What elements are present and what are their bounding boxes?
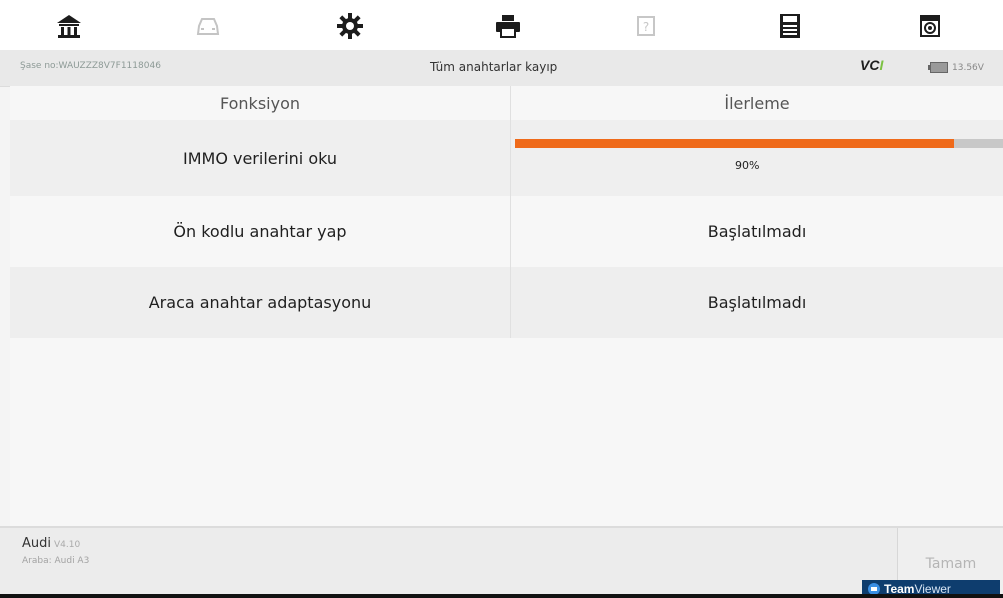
progress-fill (515, 139, 955, 148)
top-toolbar: ? (0, 0, 1003, 50)
table-row[interactable]: IMMO verilerini oku (10, 120, 1003, 196)
battery-status: 13.56V (928, 62, 984, 73)
vehicle-make: Audi (22, 536, 51, 551)
vehicle-model: Araba: Audi A3 (22, 556, 90, 566)
screenshot-button[interactable] (910, 6, 950, 46)
status-label: Başlatılmadı (707, 293, 807, 312)
settings-icon (337, 13, 363, 39)
screen-edge (0, 594, 1003, 598)
header-function: Fonksiyon (10, 86, 510, 120)
diagnostic-screen: ? Şase no:WAUZZZ8V7F1118046 Tüm anahtarl… (0, 0, 1003, 598)
status-label: Başlatılmadı (707, 222, 807, 241)
table-row[interactable]: Araca anahtar adaptasyonu Başlatılmadı (10, 267, 1003, 338)
bottom-bar: Audi V4.10 Araba: Audi A3 Tamam (0, 526, 1003, 598)
progress-percent: 90% (735, 159, 760, 172)
home-button[interactable] (49, 6, 89, 46)
battery-icon (928, 62, 948, 73)
vci-label: VC (860, 57, 880, 73)
progress-bar (515, 139, 1003, 148)
home-icon (57, 15, 81, 38)
battery-voltage: 13.56V (952, 62, 984, 73)
vehicle-icon (196, 18, 220, 35)
print-button[interactable] (488, 6, 528, 46)
status-bar: Şase no:WAUZZZ8V7F1118046 Tüm anahtarlar… (0, 50, 1003, 87)
function-table: Fonksiyon İlerleme IMMO verilerini oku 9… (10, 86, 1003, 526)
save-button[interactable] (770, 6, 810, 46)
vci-accent-label: I (879, 57, 884, 73)
svg-text:?: ? (643, 20, 649, 34)
header-progress: İlerleme (511, 86, 1003, 120)
table-row[interactable]: Ön kodlu anahtar yap Başlatılmadı (10, 196, 1003, 267)
column-divider (510, 86, 511, 338)
vin-label: Şase no:WAUZZZ8V7F1118046 (20, 61, 161, 71)
software-version: V4.10 (54, 540, 81, 550)
screenshot-icon (920, 15, 940, 37)
function-label: Araca anahtar adaptasyonu (148, 293, 372, 312)
help-icon: ? (637, 16, 655, 36)
function-label: Ön kodlu anahtar yap (173, 222, 347, 241)
settings-button[interactable] (330, 6, 370, 46)
vehicle-button[interactable] (188, 6, 228, 46)
help-button[interactable]: ? (626, 6, 666, 46)
vehicle-info: Audi V4.10 (22, 536, 80, 551)
page-title: Tüm anahtarlar kayıp (430, 60, 558, 74)
print-icon (496, 15, 520, 38)
function-label: IMMO verilerini oku (182, 148, 338, 168)
vci-indicator: VCI (860, 57, 883, 73)
progress-indicator: 90% (515, 139, 1003, 172)
save-icon (780, 14, 800, 38)
